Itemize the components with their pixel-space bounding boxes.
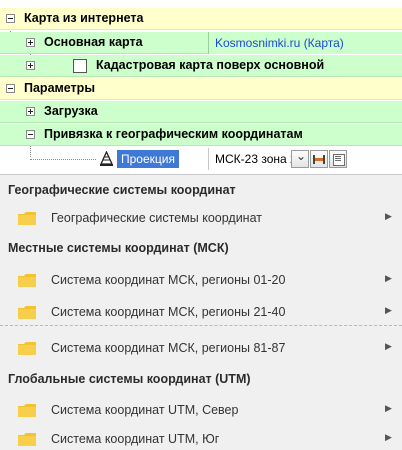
menu-item-utm-south[interactable]: Система координат UTM, Юг ▶ (0, 426, 402, 450)
projection-icon (99, 151, 114, 166)
tree-row-projection[interactable]: Проекция МСК-23 зона 2 (0, 148, 402, 170)
cadastral-checkbox[interactable] (73, 59, 87, 73)
menu-item-geo[interactable]: Географические системы координат ▶ (0, 205, 402, 230)
folder-icon (18, 274, 36, 287)
chevron-right-icon: ▶ (385, 211, 392, 221)
menu-section-header: Местные системы координат (МСК) (0, 235, 402, 260)
menu-item-label: Система координат UTM, Юг (51, 432, 220, 446)
menu-item-label: Географические системы координат (51, 211, 262, 225)
projection-label: Проекция (117, 150, 179, 168)
folder-icon (18, 342, 36, 355)
menu-item-label: Система координат UTM, Север (51, 403, 239, 417)
menu-item-label: Система координат МСК, регионы 01-20 (51, 273, 286, 287)
folder-icon (18, 404, 36, 417)
chevron-right-icon: ▶ (385, 432, 392, 442)
chevron-right-icon: ▶ (385, 305, 392, 315)
collapse-icon[interactable] (6, 14, 15, 23)
collapse-icon[interactable] (26, 130, 35, 139)
tree-row-base-map[interactable]: Основная карта Kosmosnimki.ru (Карта) (0, 32, 402, 54)
parameters-label: Параметры (24, 81, 95, 95)
menu-section-header: Географические системы координат (0, 177, 402, 202)
internet-map-label: Карта из интернета (24, 11, 144, 25)
chevron-down-icon[interactable] (291, 149, 309, 168)
projection-value: МСК-23 зона 2 (215, 152, 297, 166)
collapse-icon[interactable] (6, 84, 15, 93)
chevron-right-icon: ▶ (385, 403, 392, 413)
property-tree: Карта из интернета Основная карта Kosmos… (0, 0, 402, 174)
folder-icon (18, 306, 36, 319)
menu-item-label: Система координат МСК, регионы 81-87 (51, 341, 286, 355)
tree-row-loading[interactable]: Загрузка (0, 101, 402, 123)
tree-row-parameters[interactable]: Параметры (0, 78, 402, 100)
chevron-right-icon: ▶ (385, 273, 392, 283)
tree-row-cadastral[interactable]: Кадастровая карта поверх основной (0, 55, 402, 77)
folder-icon (18, 433, 36, 446)
projection-menu: Географические системы координат Географ… (0, 174, 402, 450)
menu-item-msk-01-20[interactable]: Система координат МСК, регионы 01-20 ▶ (0, 267, 402, 292)
menu-item-label: Система координат МСК, регионы 21-40 (51, 305, 286, 319)
properties-icon[interactable] (329, 150, 347, 168)
base-map-label: Основная карта (44, 35, 143, 49)
section-header-geo: Географические системы координат (8, 183, 236, 197)
menu-item-msk-21-40[interactable]: Система координат МСК, регионы 21-40 ▶ (0, 299, 402, 324)
menu-item-utm-north[interactable]: Система координат UTM, Север ▶ (0, 397, 402, 422)
ruler-icon[interactable] (310, 150, 328, 168)
projection-combo[interactable]: МСК-23 зона 2 (208, 148, 402, 170)
menu-separator (0, 325, 402, 326)
tree-row-geo-binding[interactable]: Привязка к географическим координатам (0, 124, 402, 146)
cadastral-label: Кадастровая карта поверх основной (96, 58, 325, 72)
folder-icon (18, 212, 36, 225)
section-header-msk: Местные системы координат (МСК) (8, 241, 229, 255)
section-header-utm: Глобальные системы координат (UTM) (8, 372, 251, 386)
geo-binding-label: Привязка к географическим координатам (44, 127, 303, 141)
tree-row-internet-map[interactable]: Карта из интернета (0, 8, 402, 30)
menu-section-header: Глобальные системы координат (UTM) (0, 366, 402, 391)
chevron-right-icon: ▶ (385, 341, 392, 351)
menu-item-msk-81-87[interactable]: Система координат МСК, регионы 81-87 ▶ (0, 335, 402, 360)
expand-icon[interactable] (26, 61, 35, 70)
base-map-value[interactable]: Kosmosnimki.ru (Карта) (208, 32, 402, 54)
loading-label: Загрузка (44, 104, 98, 118)
expand-icon[interactable] (26, 107, 35, 116)
expand-icon[interactable] (26, 38, 35, 47)
